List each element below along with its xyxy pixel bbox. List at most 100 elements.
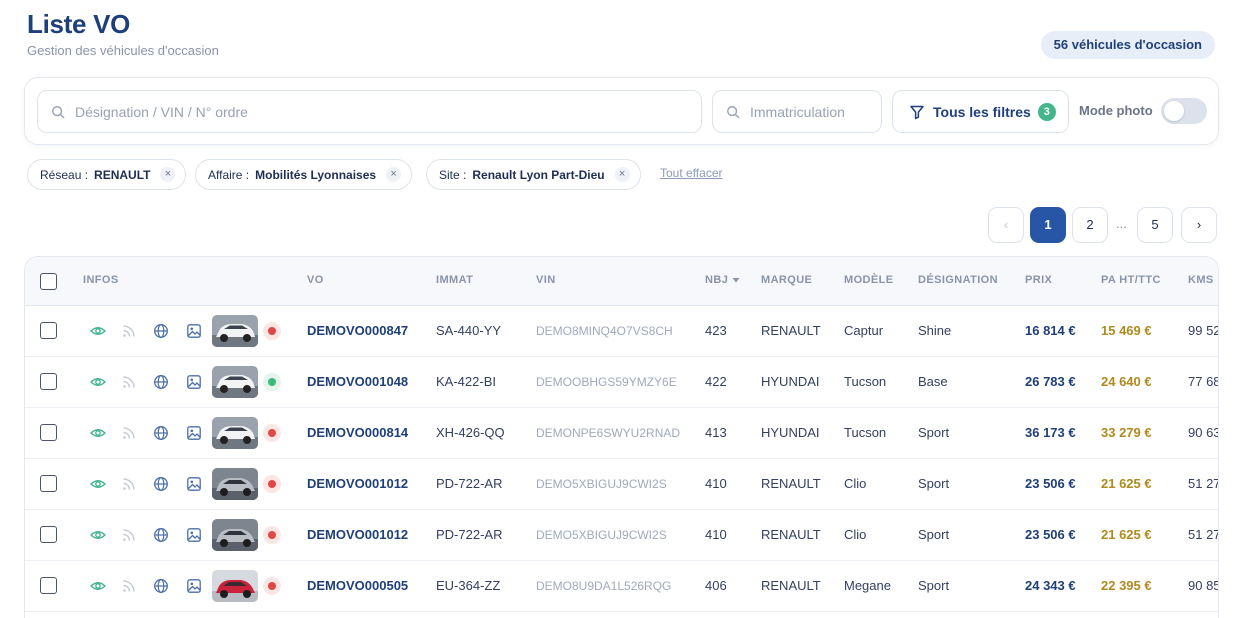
image-icon[interactable] xyxy=(186,527,202,543)
eye-icon[interactable] xyxy=(89,527,107,543)
cell-kms: 90 63 xyxy=(1188,425,1219,440)
pagination-prev-button[interactable]: ‹ xyxy=(988,207,1024,243)
col-modele[interactable]: MODÈLE xyxy=(844,274,893,286)
col-vin[interactable]: VIN xyxy=(536,274,556,286)
vehicle-thumbnail[interactable] xyxy=(212,468,258,500)
cell-vo[interactable]: DEMOVO000505 xyxy=(307,578,408,593)
filter-icon xyxy=(910,105,924,119)
status-indicator xyxy=(263,526,281,544)
cell-designation: Shine xyxy=(918,323,952,338)
image-icon[interactable] xyxy=(186,425,202,441)
image-icon[interactable] xyxy=(186,476,202,492)
image-icon[interactable] xyxy=(186,323,202,339)
pagination-page-2[interactable]: 2 xyxy=(1072,207,1108,243)
cell-vo[interactable]: DEMOVO000814 xyxy=(307,425,408,440)
col-marque[interactable]: MARQUE xyxy=(761,274,812,286)
cell-pa: 22 395 € xyxy=(1101,578,1152,593)
globe-icon[interactable] xyxy=(153,527,169,543)
clear-all-filters-link[interactable]: Tout effacer xyxy=(660,166,722,180)
close-icon[interactable]: × xyxy=(386,167,402,182)
eye-icon[interactable] xyxy=(89,476,107,492)
globe-icon[interactable] xyxy=(153,323,169,339)
eye-icon[interactable] xyxy=(89,374,107,390)
search-icon xyxy=(52,105,65,118)
cell-nbj: 410 xyxy=(705,476,727,491)
col-immat[interactable]: IMMAT xyxy=(436,274,473,286)
col-prix[interactable]: PRIX xyxy=(1025,274,1052,286)
cell-nbj: 406 xyxy=(705,578,727,593)
cell-vo[interactable]: DEMOVO000847 xyxy=(307,323,408,338)
vehicle-thumbnail[interactable] xyxy=(212,570,258,602)
rss-icon[interactable] xyxy=(121,476,137,492)
table-row[interactable]: DEMOVO000814 XH-426-QQ DEMONPE6SWYU2RNAD 41… xyxy=(25,408,1218,459)
pagination-ellipsis: ... xyxy=(1116,216,1127,231)
cell-prix: 24 343 € xyxy=(1025,578,1076,593)
image-icon[interactable] xyxy=(186,578,202,594)
row-checkbox[interactable] xyxy=(40,373,57,390)
row-checkbox[interactable] xyxy=(40,577,57,594)
row-checkbox[interactable] xyxy=(40,424,57,441)
cell-nbj: 423 xyxy=(705,323,727,338)
filter-chip-site: Site : Renault Lyon Part-Dieu × xyxy=(426,159,641,190)
vehicle-thumbnail[interactable] xyxy=(212,417,258,449)
cell-modele: Clio xyxy=(844,476,867,491)
search-designation-box[interactable] xyxy=(37,90,702,133)
cell-pa: 21 625 € xyxy=(1101,527,1152,542)
col-nbj[interactable]: NBJ xyxy=(705,274,740,286)
search-immat-box[interactable] xyxy=(712,90,882,133)
image-icon[interactable] xyxy=(186,374,202,390)
globe-icon[interactable] xyxy=(153,578,169,594)
col-infos: INFOS xyxy=(83,274,119,286)
select-all-checkbox[interactable] xyxy=(40,273,57,290)
cell-vo[interactable]: DEMOVO001012 xyxy=(307,527,408,542)
vehicle-thumbnail[interactable] xyxy=(212,315,258,347)
chip-value: Mobilités Lyonnaises xyxy=(255,167,377,182)
row-checkbox[interactable] xyxy=(40,475,57,492)
mode-photo-toggle[interactable] xyxy=(1161,98,1207,124)
table-row[interactable]: DEMOVO000505 EU-364-ZZ DEMO8U9DA1L526RQG 40… xyxy=(25,561,1218,612)
rss-icon[interactable] xyxy=(121,527,137,543)
table-row[interactable]: DEMOVO001048 KA-422-BI DEMOOBHGS59YMZY6E 42… xyxy=(25,357,1218,408)
table-row[interactable]: DEMOVO001012 PD-722-AR DEMO5XBIGUJ9CWI2S 41… xyxy=(25,510,1218,561)
globe-icon[interactable] xyxy=(153,425,169,441)
globe-icon[interactable] xyxy=(153,374,169,390)
pagination-page-1[interactable]: 1 xyxy=(1030,207,1066,243)
row-checkbox[interactable] xyxy=(40,322,57,339)
cell-prix: 26 783 € xyxy=(1025,374,1076,389)
rss-icon[interactable] xyxy=(121,425,137,441)
table-row[interactable]: DEMOVO001012 PD-722-AR DEMO5XBIGUJ9CWI2S 41… xyxy=(25,459,1218,510)
col-vo[interactable]: VO xyxy=(307,274,324,286)
search-immat-input[interactable] xyxy=(750,103,881,120)
vehicle-thumbnail[interactable] xyxy=(212,519,258,551)
cell-designation: Sport xyxy=(918,476,950,491)
all-filters-button[interactable]: Tous les filtres 3 xyxy=(892,90,1069,133)
row-checkbox[interactable] xyxy=(40,526,57,543)
eye-icon[interactable] xyxy=(89,578,107,594)
col-designation[interactable]: DÉSIGNATION xyxy=(918,274,998,286)
cell-prix: 16 814 € xyxy=(1025,323,1076,338)
filters-count-badge: 3 xyxy=(1037,102,1056,121)
page-title: Liste VO xyxy=(27,9,131,39)
col-kms[interactable]: KMS xyxy=(1188,274,1214,286)
cell-kms: 51 27 xyxy=(1188,527,1219,542)
search-designation-input[interactable] xyxy=(75,103,701,120)
vehicle-count-badge: 56 véhicules d'occasion xyxy=(1040,31,1215,59)
globe-icon[interactable] xyxy=(153,476,169,492)
cell-vo[interactable]: DEMOVO001012 xyxy=(307,476,408,491)
table-row[interactable]: DEMOVO000847 SA-440-YY DEMO8MINQ4O7VS8CH 42… xyxy=(25,306,1218,357)
vehicle-thumbnail[interactable] xyxy=(212,366,258,398)
eye-icon[interactable] xyxy=(89,323,107,339)
cell-immat: PD-722-AR xyxy=(436,527,503,542)
pagination-page-5[interactable]: 5 xyxy=(1137,207,1173,243)
rss-icon[interactable] xyxy=(121,374,137,390)
pagination-next-button[interactable]: › xyxy=(1181,207,1217,243)
cell-vo[interactable]: DEMOVO001048 xyxy=(307,374,408,389)
col-pa[interactable]: PA HT/TTC xyxy=(1101,274,1161,286)
cell-immat: SA-440-YY xyxy=(436,323,502,338)
close-icon[interactable]: × xyxy=(614,167,630,182)
eye-icon[interactable] xyxy=(89,425,107,441)
rss-icon[interactable] xyxy=(121,578,137,594)
rss-icon[interactable] xyxy=(121,323,137,339)
close-icon[interactable]: × xyxy=(160,167,176,182)
cell-nbj: 422 xyxy=(705,374,727,389)
